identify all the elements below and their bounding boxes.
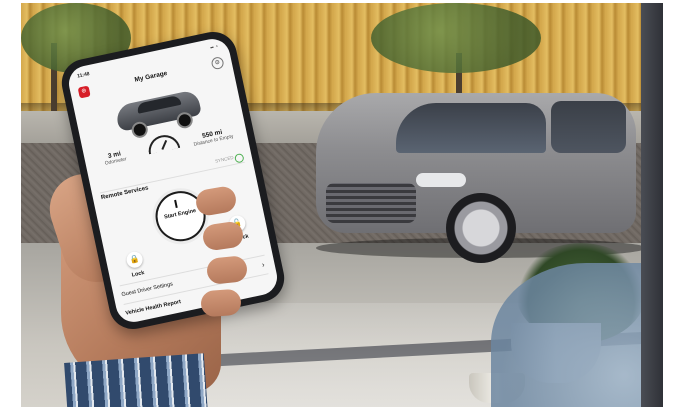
chevron-right-icon: › (260, 259, 266, 270)
van-headlight (416, 173, 466, 187)
photo-scene: 11:48 ▪▪ ◔ ⊛ My Garage ⚙ 3 mi Odometer 5… (21, 3, 663, 407)
van-grille (326, 183, 416, 223)
lock-label: Lock (131, 270, 146, 279)
lock-button[interactable]: 🔒 (125, 250, 145, 270)
van-front-wheel (446, 193, 516, 263)
power-icon (174, 198, 182, 209)
minivan (306, 63, 646, 263)
start-engine-label: Start Engine (163, 207, 197, 221)
status-time: 11:48 (76, 71, 91, 80)
odometer-stat: 3 mi Odometer (92, 147, 138, 169)
status-icons: ▪▪ ◔ (209, 43, 219, 52)
finger (200, 288, 242, 318)
shirt-sleeve (64, 353, 208, 407)
van-side-window (551, 101, 626, 153)
sync-text: SYNCED (214, 154, 235, 164)
lock-icon: 🔒 (128, 253, 141, 265)
van-windshield (396, 103, 546, 153)
window-frame (641, 3, 663, 407)
range-stat: 550 mi Distance to Empty (190, 126, 236, 148)
